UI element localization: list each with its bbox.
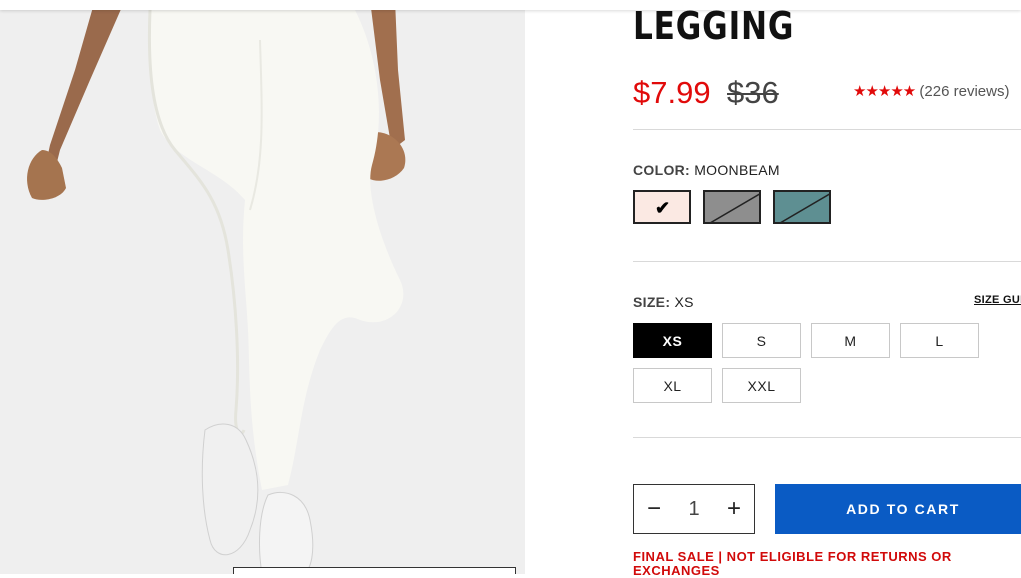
selected-color: MOONBEAM <box>694 162 780 178</box>
swatch-moonbeam[interactable]: ✔ <box>633 190 691 224</box>
size-option-m[interactable]: M <box>811 323 890 358</box>
add-to-cart-button[interactable]: ADD TO CART <box>775 484 1021 534</box>
swatch-teal-fill <box>775 192 829 222</box>
review-count: (226 reviews) <box>919 83 1010 100</box>
swatch-grey-fill <box>705 192 759 222</box>
size-option-s[interactable]: S <box>722 323 801 358</box>
product-title: LEGGING <box>633 4 795 48</box>
swatch-grey-unavailable[interactable] <box>703 190 761 224</box>
size-option-xxl[interactable]: XXL <box>722 368 801 403</box>
model-illustration <box>27 0 406 574</box>
swatch-teal-unavailable[interactable] <box>773 190 831 224</box>
color-label: COLOR: MOONBEAM <box>633 162 780 178</box>
plus-icon[interactable]: + <box>722 495 746 523</box>
quantity-stepper: − 1 + <box>633 484 755 534</box>
sale-price: $7.99 <box>633 75 711 110</box>
divider <box>633 437 1021 438</box>
quantity-input[interactable]: 1 <box>674 498 714 521</box>
size-option-xs[interactable]: XS <box>633 323 712 358</box>
minus-icon[interactable]: − <box>642 495 666 523</box>
site-header-bar <box>0 0 1021 10</box>
size-label: SIZE: XS <box>633 294 694 310</box>
image-thumbnail-strip[interactable] <box>233 567 516 574</box>
original-price: $36 <box>727 75 779 110</box>
rating-summary[interactable]: ★★★★★ (226 reviews) <box>853 82 1009 100</box>
size-option-xl[interactable]: XL <box>633 368 712 403</box>
divider <box>633 261 1021 262</box>
divider <box>633 129 1021 130</box>
size-option-l[interactable]: L <box>900 323 979 358</box>
product-image[interactable] <box>0 0 525 574</box>
selected-size: XS <box>674 294 694 310</box>
price-row: $7.99 $36 ★★★★★ (226 reviews) <box>633 72 1021 112</box>
size-guide-link[interactable]: SIZE GUIDE <box>974 294 1021 306</box>
checkmark-icon: ✔ <box>655 198 671 218</box>
star-rating-icon: ★★★★★ <box>853 83 916 100</box>
product-details-panel: LEGGING $7.99 $36 ★★★★★ (226 reviews) CO… <box>633 0 1021 578</box>
